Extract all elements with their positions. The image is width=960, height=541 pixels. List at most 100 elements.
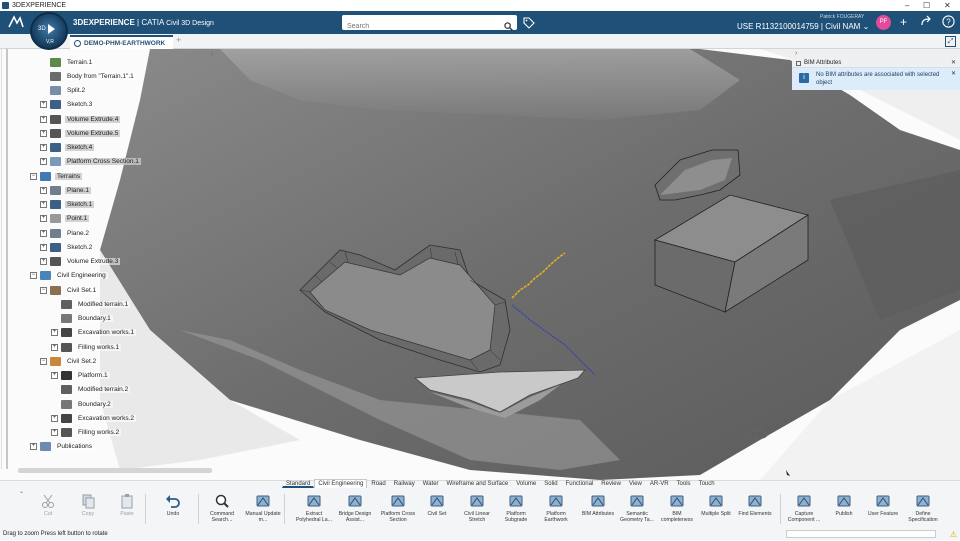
tab-road[interactable]: Road <box>367 479 389 488</box>
expand-icon[interactable]: + <box>51 414 58 422</box>
dismiss-message-button[interactable]: ✕ <box>951 70 956 78</box>
command-input[interactable] <box>786 530 936 538</box>
tree-node[interactable]: Terrain.1 <box>40 56 95 68</box>
expand-icon[interactable]: + <box>51 372 58 379</box>
collapse-icon[interactable]: − <box>40 286 47 294</box>
tree-vertical-scrollbar[interactable] <box>6 49 8 469</box>
define-specification-tool-button[interactable]: Define Specification <box>903 493 943 523</box>
expand-icon[interactable]: + <box>40 129 47 137</box>
bim-completeness-tool-button[interactable]: BIM completeness <box>657 493 697 523</box>
tree-node[interactable]: + Plane.2 <box>40 227 92 239</box>
semantic-geometry-tool-button[interactable]: Semantic Geometry Ta... <box>617 493 657 523</box>
maximize-viewer-icon[interactable]: ⤢ <box>945 36 956 47</box>
tree-node[interactable]: + Platform.1 <box>51 370 110 382</box>
expand-icon[interactable]: + <box>40 158 47 166</box>
minimize-button[interactable]: – <box>905 0 909 11</box>
tab-volume[interactable]: Volume <box>512 479 540 488</box>
tab-view[interactable]: View <box>625 479 646 488</box>
expand-icon[interactable]: + <box>51 343 58 351</box>
multiple-split-tool-button[interactable]: Multiple Split <box>696 493 736 517</box>
tab-ar-vr[interactable]: AR-VR <box>646 479 673 488</box>
tree-node[interactable]: + Sketch.4 <box>40 142 95 154</box>
bim-attributes-tool-button[interactable]: BIM Attributes <box>578 493 618 517</box>
expand-icon[interactable]: + <box>40 101 47 109</box>
tab-functional[interactable]: Functional <box>562 479 598 488</box>
tab-tools[interactable]: Tools <box>673 479 695 488</box>
tree-node[interactable]: + Excavation works.1 <box>51 327 136 339</box>
expand-icon[interactable]: + <box>40 186 47 194</box>
cut-tool-button[interactable]: Cut <box>28 493 68 517</box>
tree-node[interactable]: Body from "Terrain.1".1 <box>40 70 136 82</box>
collapse-icon[interactable]: − <box>30 172 37 180</box>
tree-node[interactable]: + Filling works.2 <box>51 427 122 439</box>
tree-node[interactable]: + Excavation works.2 <box>51 412 136 424</box>
close-panel-button[interactable]: ✕ <box>951 58 956 68</box>
help-icon[interactable]: ? <box>942 15 955 31</box>
expand-icon[interactable]: + <box>40 115 47 123</box>
tab-review[interactable]: Review <box>597 479 625 488</box>
close-window-button[interactable]: ✕ <box>944 0 951 11</box>
tree-node[interactable]: Modified terrain.1 <box>51 298 131 310</box>
command-search-tool-button[interactable]: Command Search... <box>202 493 242 523</box>
expand-icon[interactable]: + <box>30 443 37 451</box>
tree-node[interactable]: + Platform Cross Section.1 <box>40 156 141 168</box>
extract-polyhedral-tool-button[interactable]: Extract Polyhedral La... <box>294 493 334 523</box>
warning-icon[interactable]: ⚠ <box>950 529 957 541</box>
undo-tool-button[interactable]: Undo <box>153 493 193 517</box>
maximize-button[interactable]: ☐ <box>923 0 930 11</box>
compass-widget[interactable]: 3D V,R <box>30 12 68 50</box>
civil-set-tool-button[interactable]: Civil Set <box>417 493 457 517</box>
action-bar-expand-icon[interactable]: ⌄ <box>19 488 24 495</box>
tree-node[interactable]: + Sketch.2 <box>40 241 95 253</box>
document-tab[interactable]: DEMO-PHM-EARTHWORK <box>70 35 174 49</box>
collapse-icon[interactable]: − <box>30 272 37 280</box>
tree-node[interactable]: − Terrains <box>30 170 83 182</box>
avatar[interactable]: PF <box>876 15 891 30</box>
platform-cross-section-tool-button[interactable]: Platform Cross Section <box>378 493 418 523</box>
tab-water[interactable]: Water <box>419 479 443 488</box>
tree-node[interactable]: + Point.1 <box>40 213 90 225</box>
capture-component-tool-button[interactable]: Capture Component ... <box>784 493 824 523</box>
bridge-design-tool-button[interactable]: Bridge Design Assist... <box>335 493 375 523</box>
publish-tool-button[interactable]: Publish <box>824 493 864 517</box>
expand-icon[interactable]: + <box>40 144 47 151</box>
search-input[interactable] <box>342 19 492 34</box>
tab-standard[interactable]: Standard <box>282 479 315 488</box>
find-elements-tool-button[interactable]: Find Elements <box>735 493 775 517</box>
tree-node[interactable]: + Sketch.3 <box>40 99 95 111</box>
tree-node[interactable]: − Civil Set.1 <box>40 284 99 296</box>
search-box[interactable] <box>342 15 517 34</box>
share-icon[interactable] <box>920 15 932 30</box>
tree-node[interactable]: Modified terrain.2 <box>51 384 131 396</box>
tree-node[interactable]: + Filling works.1 <box>51 341 122 353</box>
platform-earthwork-tool-button[interactable]: Platform Earthwork <box>536 493 576 523</box>
tree-node[interactable]: + Plane.1 <box>40 184 92 196</box>
collab-space-selector[interactable]: USE R1132100014759 | Civil NAM ⌄ <box>737 22 869 31</box>
tree-node[interactable]: − Civil Engineering <box>30 270 108 282</box>
tab-solid[interactable]: Solid <box>540 479 561 488</box>
tree-node[interactable]: Boundary.1 <box>51 313 113 325</box>
tag-icon[interactable] <box>523 16 535 34</box>
manual-update-tool-button[interactable]: Manual Update m... <box>243 493 283 523</box>
add-tab-button[interactable]: + <box>176 35 181 45</box>
copy-tool-button[interactable]: Copy <box>68 493 108 517</box>
expand-icon[interactable]: + <box>40 258 47 265</box>
tree-node[interactable]: − Civil Set.2 <box>40 355 99 367</box>
tree-node[interactable]: + Volume Extrude.5 <box>40 127 121 139</box>
dassault-logo-icon[interactable] <box>8 15 24 32</box>
expand-icon[interactable]: + <box>40 201 47 208</box>
expand-icon[interactable]: + <box>51 329 58 337</box>
tree-node[interactable]: + Publications <box>30 441 95 453</box>
expand-panel-icon[interactable]: › <box>795 50 797 57</box>
tab-railway[interactable]: Railway <box>390 479 419 488</box>
civil-linear-stretch-tool-button[interactable]: Civil Linear Stretch <box>457 493 497 523</box>
play-icon[interactable] <box>48 24 55 34</box>
specification-tree[interactable]: Terrain.1 Body from "Terrain.1".1 Split.2 +… <box>0 49 222 480</box>
tab-wireframe-and-surface[interactable]: Wireframe and Surface <box>443 479 513 488</box>
collapse-tree-icon[interactable]: ‹ <box>211 51 213 58</box>
expand-icon[interactable]: + <box>40 229 47 237</box>
add-icon[interactable]: + <box>900 15 907 29</box>
tree-node[interactable]: Boundary.2 <box>51 398 113 410</box>
expand-icon[interactable]: + <box>51 429 58 436</box>
tab-civil-engineering[interactable]: Civil Engineering <box>314 479 368 488</box>
